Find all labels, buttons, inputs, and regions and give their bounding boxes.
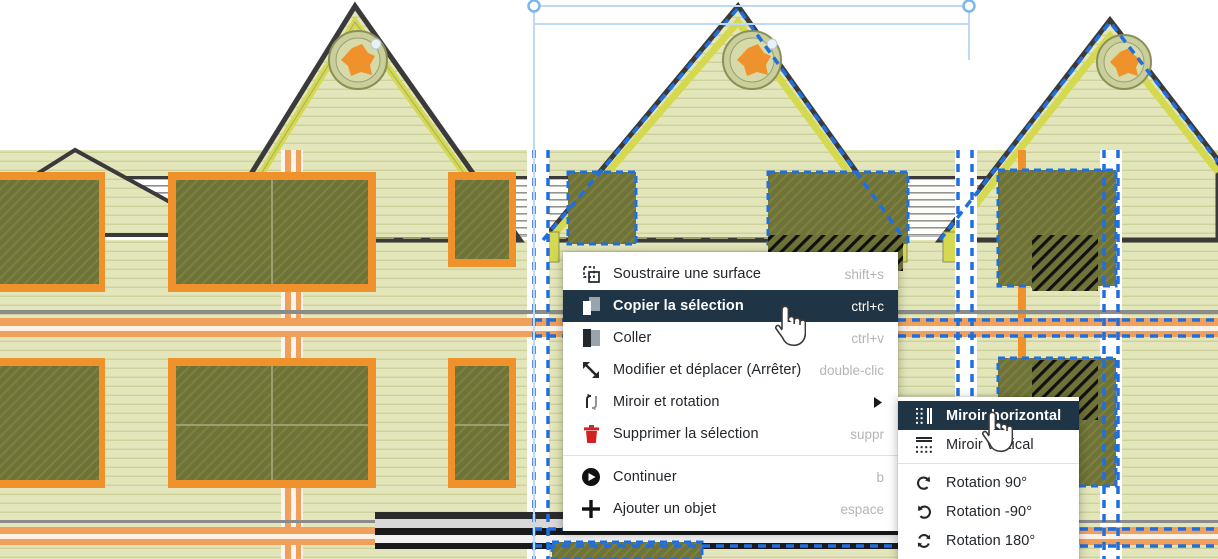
submenu-item-label: Rotation -90° [946, 503, 1033, 520]
plus-icon [577, 499, 605, 519]
subtract-surface-icon [577, 264, 605, 284]
edition-context-menu[interactable]: Soustraire une surface shift+s Copier la… [563, 252, 898, 531]
rotate-ccw-icon [910, 502, 938, 522]
move-resize-icon [577, 360, 605, 380]
menu-item-label: Soustraire une surface [613, 266, 762, 282]
copy-icon [577, 296, 605, 316]
menu-item-shortcut: b [876, 469, 884, 485]
menu-item-label: Miroir et rotation [613, 394, 720, 410]
chevron-right-icon [872, 396, 884, 408]
menu-item-shortcut: ctrl+c [851, 298, 884, 314]
submenu-item-rotation-90[interactable]: Rotation 90° [898, 468, 1079, 497]
submenu-separator [898, 463, 1079, 464]
menu-item-shortcut: double-clic [819, 362, 884, 378]
rotate-cw-icon [910, 473, 938, 493]
menu-item-miroir-et-rotation[interactable]: Miroir et rotation [563, 386, 898, 418]
rotate-180-icon [910, 531, 938, 551]
menu-item-label: Supprimer la sélection [613, 426, 759, 442]
menu-item-shortcut: suppr [850, 426, 884, 442]
menu-item-continuer[interactable]: Continuer b [563, 461, 898, 493]
menu-item-shortcut: espace [840, 501, 884, 517]
submenu-item-label: Rotation 90° [946, 474, 1028, 491]
menu-item-modifier-et-deplacer[interactable]: Modifier et déplacer (Arrêter) double-cl… [563, 354, 898, 386]
submenu-item-rotation-180[interactable]: Rotation 180° [898, 526, 1079, 555]
submenu-item-rotation-minus-90[interactable]: Rotation -90° [898, 497, 1079, 526]
menu-item-label: Continuer [613, 469, 677, 485]
play-circle-icon [577, 467, 605, 487]
menu-item-supprimer-la-selection[interactable]: Supprimer la sélection suppr [563, 418, 898, 450]
menu-item-ajouter-un-objet[interactable]: Ajouter un objet espace [563, 493, 898, 525]
mirror-and-rotation-submenu[interactable]: Miroir horizontal Miroir vertical Rotati… [898, 397, 1079, 559]
mirror-horizontal-icon [910, 406, 938, 426]
menu-item-label: Coller [613, 330, 652, 346]
menu-item-shortcut: ctrl+v [851, 330, 884, 346]
menu-item-coller[interactable]: Coller ctrl+v [563, 322, 898, 354]
submenu-item-miroir-horizontal[interactable]: Miroir horizontal [898, 401, 1079, 430]
menu-item-label: Ajouter un objet [613, 501, 717, 517]
menu-item-shortcut: shift+s [844, 266, 884, 282]
menu-item-label: Copier la sélection [613, 298, 744, 314]
submenu-item-label: Miroir vertical [946, 436, 1034, 453]
mirror-rotate-icon [577, 392, 605, 412]
menu-item-soustraire-une-surface[interactable]: Soustraire une surface shift+s [563, 258, 898, 290]
mirror-vertical-icon [910, 435, 938, 455]
submenu-item-miroir-vertical[interactable]: Miroir vertical [898, 430, 1079, 459]
submenu-item-label: Rotation 180° [946, 532, 1036, 549]
trash-icon [577, 424, 605, 444]
paste-icon [577, 328, 605, 348]
submenu-item-label: Miroir horizontal [946, 407, 1062, 424]
menu-item-copier-la-selection[interactable]: Copier la sélection ctrl+c [563, 290, 898, 322]
menu-item-label: Modifier et déplacer (Arrêter) [613, 362, 802, 378]
menu-separator [563, 455, 898, 456]
